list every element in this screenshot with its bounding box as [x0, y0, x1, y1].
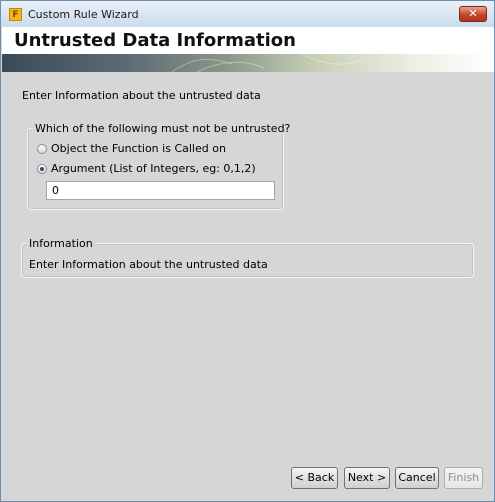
banner-decoration: [2, 54, 494, 72]
information-group-title: Information: [27, 237, 95, 250]
back-button[interactable]: < Back: [291, 467, 338, 489]
page-title: Untrusted Data Information: [14, 30, 296, 51]
app-icon: F: [9, 8, 22, 21]
window-title: Custom Rule Wizard: [28, 8, 139, 21]
close-button[interactable]: ✕: [459, 6, 487, 22]
option-argument-label[interactable]: Argument (List of Integers, eg: 0,1,2): [51, 162, 256, 175]
untrusted-group-title: Which of the following must not be untru…: [33, 122, 293, 135]
title-bar[interactable]: F Custom Rule Wizard ✕: [1, 1, 494, 27]
argument-list-input[interactable]: [46, 181, 275, 200]
cancel-button[interactable]: Cancel: [395, 467, 439, 489]
information-text: Enter Information about the untrusted da…: [29, 258, 268, 271]
wizard-banner: Untrusted Data Information: [2, 27, 494, 55]
next-button[interactable]: Next >: [344, 467, 390, 489]
radio-argument[interactable]: [37, 164, 47, 174]
option-object-label[interactable]: Object the Function is Called on: [51, 142, 226, 155]
finish-button[interactable]: Finish: [444, 467, 483, 489]
intro-text: Enter Information about the untrusted da…: [22, 89, 261, 102]
radio-object-called-on[interactable]: [37, 144, 47, 154]
